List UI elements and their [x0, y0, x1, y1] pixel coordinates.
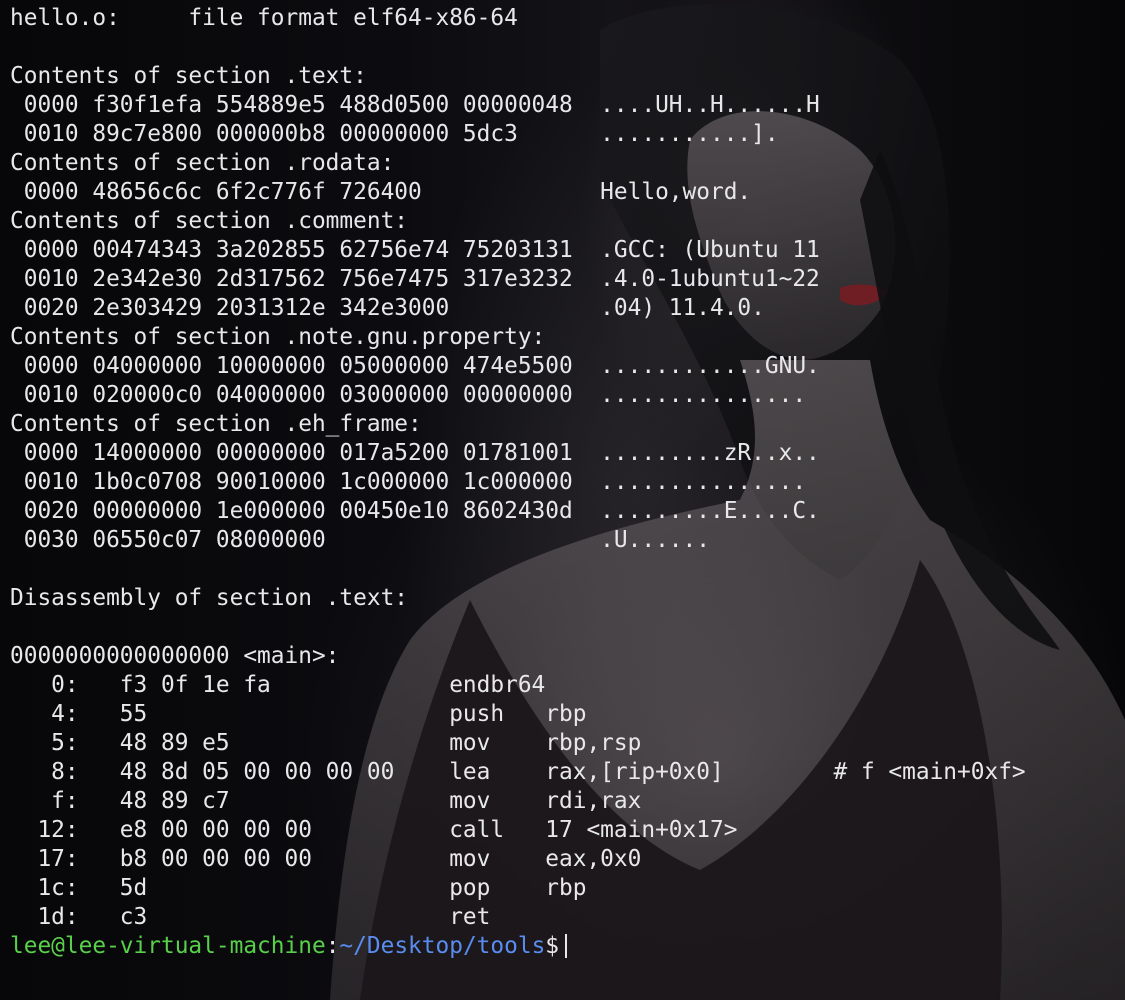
output-line: 0010 1b0c0708 90010000 1c000000 1c000000…: [10, 469, 807, 495]
output-line: Contents of section .note.gnu.property:: [10, 324, 546, 350]
output-line: Contents of section .rodata:: [10, 150, 395, 176]
output-line: 0000 f30f1efa 554889e5 488d0500 00000048…: [10, 92, 820, 118]
output-line: 0020 00000000 1e000000 00450e10 8602430d…: [10, 498, 820, 524]
output-line: 5: 48 89 e5 mov rbp,rsp: [10, 730, 642, 756]
output-line: 1d: c3 ret: [10, 904, 491, 930]
output-line: 12: e8 00 00 00 00 call 17 <main+0x17>: [10, 817, 738, 843]
prompt-symbol: $: [545, 933, 560, 959]
output-line: hello.o: file format elf64-x86-64: [10, 5, 518, 31]
output-line: 0000000000000000 <main>:: [10, 643, 340, 669]
prompt-colon: :: [325, 933, 340, 959]
output-line: 0000 00474343 3a202855 62756e74 75203131…: [10, 237, 820, 263]
output-line: 0: f3 0f 1e fa endbr64: [10, 672, 546, 698]
output-line: 0020 2e303429 2031312e 342e3000 .04) 11.…: [10, 295, 765, 321]
output-line: 17: b8 00 00 00 00 mov eax,0x0: [10, 846, 642, 872]
text-cursor[interactable]: [565, 934, 568, 958]
output-line: 0010 2e342e30 2d317562 756e7475 317e3232…: [10, 266, 820, 292]
output-line: 0010 89c7e800 000000b8 00000000 5dc3 ...…: [10, 121, 779, 147]
prompt-path: ~/Desktop/tools: [339, 933, 546, 959]
output-line: 0030 06550c07 08000000 .U......: [10, 527, 710, 553]
output-line: [10, 555, 1026, 584]
terminal-window[interactable]: hello.o: file format elf64-x86-64 Conten…: [0, 0, 1125, 1000]
output-line: Contents of section .text:: [10, 63, 367, 89]
output-line: Disassembly of section .text:: [10, 585, 409, 611]
terminal-output: hello.o: file format elf64-x86-64 Conten…: [10, 4, 1026, 961]
output-line: 4: 55 push rbp: [10, 701, 587, 727]
output-line: 8: 48 8d 05 00 00 00 00 lea rax,[rip+0x0…: [10, 759, 1026, 785]
prompt-user-host: lee@lee-virtual-machine: [10, 933, 326, 959]
output-line: 0000 48656c6c 6f2c776f 726400 Hello,word…: [10, 179, 752, 205]
output-line: 0010 020000c0 04000000 03000000 00000000…: [10, 382, 807, 408]
output-line: 1c: 5d pop rbp: [10, 875, 587, 901]
output-line: 0000 14000000 00000000 017a5200 01781001…: [10, 440, 820, 466]
output-line: f: 48 89 c7 mov rdi,rax: [10, 788, 642, 814]
output-line: 0000 04000000 10000000 05000000 474e5500…: [10, 353, 820, 379]
output-line: Contents of section .eh_frame:: [10, 411, 422, 437]
output-line: Contents of section .comment:: [10, 208, 409, 234]
output-line: [10, 613, 1026, 642]
prompt-line[interactable]: lee@lee-virtual-machine:~/Desktop/tools$: [10, 932, 1026, 961]
output-line: [10, 33, 1026, 62]
